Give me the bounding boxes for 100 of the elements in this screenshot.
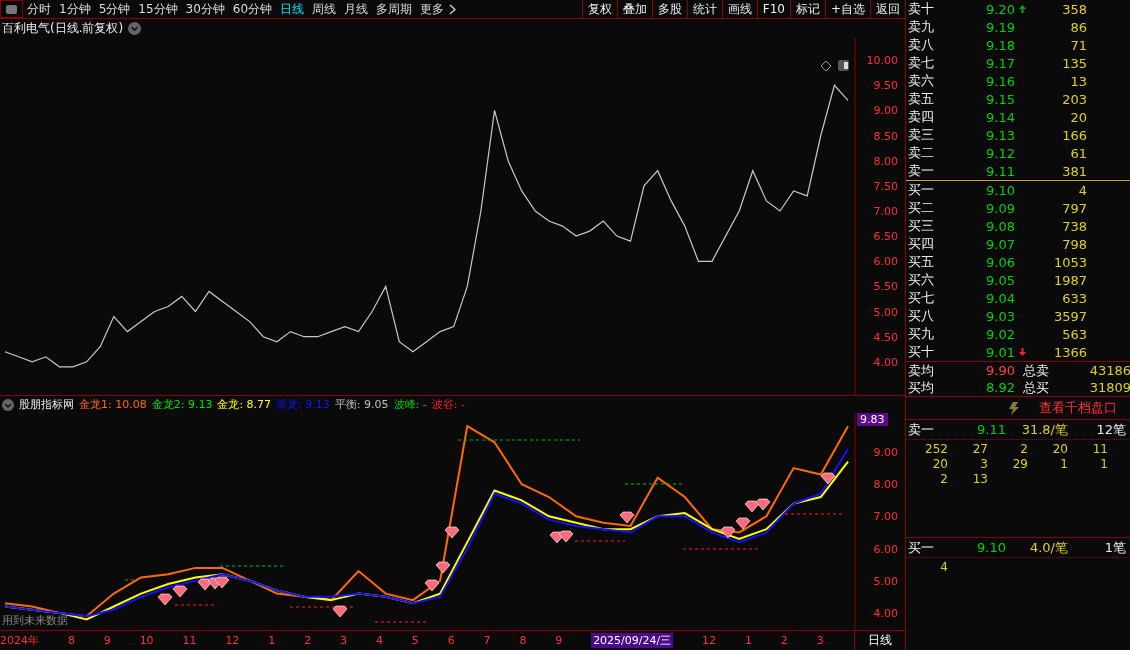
order-count: 12笔 [1095,420,1127,439]
order-volume: 252 [924,442,948,457]
volume-value: 86 [1069,19,1087,35]
price-value: 9.19 [985,19,1015,35]
month-label: 9 [103,634,111,647]
price-value: 9.02 [985,326,1015,342]
average-price: 8.92 [985,380,1015,395]
volume-value: 797 [1061,200,1087,216]
month-label: 3 [816,634,824,647]
level-label: 卖六 [907,72,935,90]
level-label: 卖三 [907,126,935,144]
panel-toggle-icon[interactable] [838,60,849,71]
chevron-right-icon[interactable] [449,3,457,15]
period-tab[interactable]: 1分钟 [55,0,95,18]
level-label: 买一 [907,538,935,557]
volume-value: 4 [1077,182,1087,198]
price-value: 9.03 [985,308,1015,324]
average-price: 9.90 [985,363,1015,378]
order-volume: 20 [931,457,948,472]
price-value: 9.06 [985,254,1015,270]
price-value: 9.14 [985,109,1015,125]
lightning-icon [1008,401,1019,415]
price-value: 9.09 [985,200,1015,216]
cursor-date-label: 2025/09/24/三 [591,633,674,648]
price-value: 9.08 [985,218,1015,234]
level-label: 卖七 [907,54,935,72]
up-marker-icon [1018,5,1026,13]
price-tick-label: 8.50 [873,129,898,143]
order-volume: 4 [939,560,948,575]
legend-item: 墨龙: 9.13 [276,397,330,412]
month-label: 11 [182,634,197,647]
level-label: 买一 [907,181,935,199]
price-value: 9.07 [985,236,1015,252]
month-label: 8 [519,634,527,647]
period-tab[interactable]: 分时 [23,0,55,18]
period-tab[interactable]: 更多 [416,0,449,18]
order-volume: 1 [1099,457,1108,472]
level-label: 买八 [907,307,935,325]
price-value: 9.11 [985,163,1015,179]
period-tab[interactable]: 60分钟 [228,0,277,18]
level-label: 卖一 [907,420,935,439]
price-value: 9.15 [985,91,1015,107]
price-tick-label: 4.50 [873,330,898,344]
period-tab[interactable]: 5分钟 [94,0,135,18]
price-value: 9.20 [985,1,1015,17]
level-label: 卖五 [907,90,935,108]
current-value-badge: 9.83 [857,413,888,426]
level-label: 买三 [907,217,935,235]
level-label: 卖一 [907,162,935,180]
level-label: 买七 [907,289,935,307]
total-value: 43186 [1088,363,1130,378]
collapse-icon[interactable] [2,398,14,411]
volume-value: 13 [1069,73,1087,89]
order-volume: 1 [1059,457,1068,472]
period-tab[interactable]: 月线 [340,0,373,18]
price-tick-label: 7.50 [873,179,898,193]
future-data-note: 用到未来数据 [2,613,68,628]
volume-value: 3597 [1052,308,1087,324]
month-label: 9 [555,634,563,647]
price-tick-label: 9.50 [873,79,898,93]
period-tab[interactable]: 30分钟 [181,0,229,18]
volume-value: 203 [1061,91,1087,107]
period-tab[interactable]: 多周期 [372,0,417,18]
indicator-tick-label: 6.00 [873,542,898,556]
month-label: 10 [139,634,154,647]
month-label: 12 [702,634,717,647]
order-volume: 29 [1011,457,1028,472]
month-label: 2 [304,634,312,647]
period-tab[interactable]: 周线 [308,0,341,18]
price-value: 9.10 [985,182,1015,198]
volume-value: 1987 [1052,272,1087,288]
chart-title: 百利电气(日线.前复权) [2,20,124,37]
period-tab[interactable]: 日线 [276,0,309,18]
price-tick-label: 5.50 [873,280,898,294]
full-depth-link[interactable]: 查看千档盘口 [1039,399,1117,417]
summary-label: 买均 [907,378,935,397]
price-value: 9.13 [985,127,1015,143]
dropdown-icon[interactable] [128,22,142,35]
volume-value: 563 [1061,326,1087,342]
level-label: 卖四 [907,108,935,126]
price-value: 9.05 [985,272,1015,288]
period-tab[interactable]: 15分钟 [134,0,182,18]
volume-value: 61 [1069,145,1087,161]
level-label: 买四 [907,235,935,253]
diamond-icon[interactable] [820,60,832,72]
month-label: 1 [745,634,752,647]
volume-value: 358 [1061,1,1087,17]
price-value: 9.10 [976,540,1006,555]
volume-value: 135 [1061,55,1087,71]
panel-toggle-button[interactable] [0,0,23,18]
price-value: 9.11 [976,422,1006,437]
legend-item: 金龙1: 10.08 [79,397,147,412]
price-tick-label: 7.00 [873,204,898,218]
volume-value: 633 [1061,290,1087,306]
indicator-tick-label: 4.00 [873,606,898,620]
order-volume: 3 [979,457,988,472]
order-volume: 2 [939,472,948,487]
level-label: 卖八 [907,36,935,54]
price-value: 9.16 [985,73,1015,89]
month-label: 2 [780,634,788,647]
